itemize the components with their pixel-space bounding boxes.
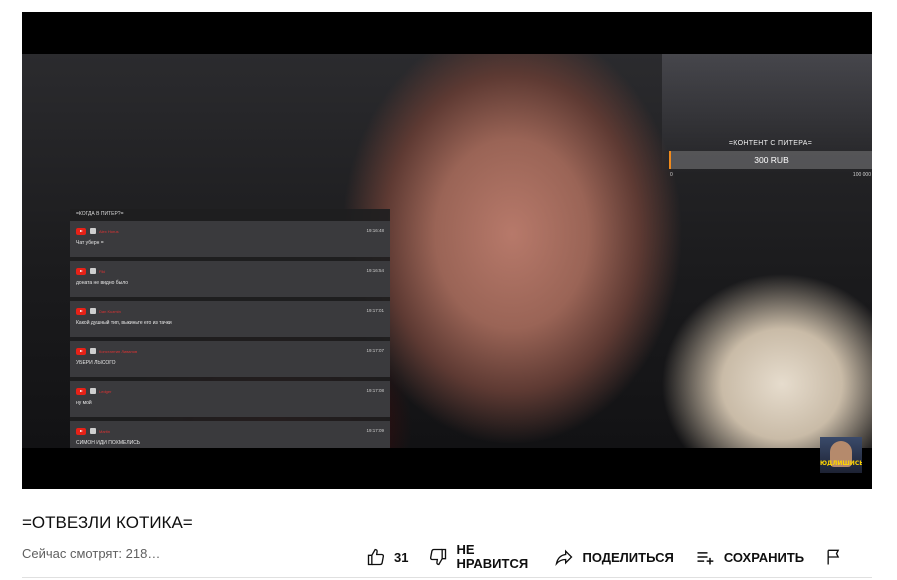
counter-max: 100 000	[852, 172, 871, 178]
counter-progress-bar: 300 RUB	[669, 151, 872, 169]
report-button[interactable]	[824, 547, 852, 567]
chat-time: 19:17:01	[366, 308, 384, 313]
chat-text: СИМОН ИДИ ПОХМЕЛИСЬ	[76, 440, 141, 446]
chat-time: 19:17:07	[366, 348, 384, 353]
watermark-label: ЮДЛИШИСЬ	[820, 460, 862, 467]
save-button[interactable]: СОХРАНИТЬ	[694, 547, 804, 567]
avatar	[90, 268, 96, 274]
counter-amount: 300 RUB	[754, 155, 789, 165]
chat-title: =КОГДА В ПИТЕР?=	[76, 211, 124, 217]
like-count: 31	[394, 549, 409, 565]
chat-text: ну мой	[76, 400, 92, 406]
counter-scale: 0 100 000	[669, 172, 872, 178]
chat-author: Константин Ливанов	[99, 348, 138, 354]
avatar	[90, 308, 96, 314]
youtube-icon	[76, 427, 86, 435]
avatar	[90, 348, 96, 354]
youtube-icon	[76, 227, 86, 235]
like-button[interactable]: 31	[366, 547, 408, 567]
video-frame[interactable]: =КОГДА В ПИТЕР?= Alex Horus 19:16:48 Чат…	[22, 54, 872, 448]
playlist-add-icon	[697, 552, 714, 565]
chat-text: доната не видно было	[76, 280, 128, 286]
video-player[interactable]: =КОГДА В ПИТЕР?= Alex Horus 19:16:48 Чат…	[22, 12, 872, 489]
chat-author: Dan Kuzmin	[99, 308, 121, 314]
share-button[interactable]: ПОДЕЛИТЬСЯ	[554, 547, 674, 567]
chat-text: Какой душный тип, выкиньте его из тачки	[76, 320, 172, 326]
chat-time: 19:17:08	[366, 388, 384, 393]
chat-message: Martin 19:17:09 СИМОН ИДИ ПОХМЕЛИСЬ	[70, 421, 390, 448]
thumb-up-icon	[367, 548, 385, 566]
thumb-down-icon	[430, 548, 447, 566]
chat-author: Martin	[99, 428, 111, 434]
chat-author: Ledger	[99, 388, 112, 394]
dislike-label: НЕ НРАВИТСЯ	[456, 542, 529, 571]
avatar	[90, 388, 96, 394]
chat-text: УБЕРИ ЛЫСОГО	[76, 360, 116, 366]
dislike-button[interactable]: НЕ НРАВИТСЯ	[428, 543, 534, 571]
share-arrow-icon	[555, 549, 573, 567]
viewer-count: Сейчас смотрят: 218…	[22, 546, 161, 561]
chat-message: Fiki 19:16:54 доната не видно было	[70, 261, 390, 297]
share-label: ПОДЕЛИТЬСЯ	[582, 549, 674, 565]
avatar	[90, 428, 96, 434]
chat-overlay: =КОГДА В ПИТЕР?= Alex Horus 19:16:48 Чат…	[70, 209, 390, 448]
chat-message: Константин Ливанов 19:17:07 УБЕРИ ЛЫСОГО	[70, 341, 390, 377]
youtube-icon	[76, 347, 86, 355]
avatar	[90, 228, 96, 234]
chat-author: Alex Horus	[99, 228, 119, 234]
video-title: =ОТВЕЗЛИ КОТИКА=	[22, 513, 193, 532]
flag-icon	[827, 549, 840, 565]
chat-message: Dan Kuzmin 19:17:01 Какой душный тип, вы…	[70, 301, 390, 337]
chat-author: Fiki	[99, 268, 106, 274]
chat-time: 19:16:48	[366, 228, 384, 233]
action-bar: 31 НЕ НРАВИТСЯ ПОДЕЛИТЬСЯ СОХРАНИТЬ	[366, 541, 872, 573]
chat-time: 19:16:54	[366, 268, 384, 273]
channel-watermark[interactable]: ЮДЛИШИСЬ	[820, 437, 862, 473]
chat-message: Ledger 19:17:08 ну мой	[70, 381, 390, 417]
chat-text: Чат уберн =	[76, 240, 104, 246]
youtube-icon	[76, 267, 86, 275]
counter-min: 0	[670, 172, 673, 178]
divider	[22, 577, 872, 578]
youtube-icon	[76, 387, 86, 395]
save-label: СОХРАНИТЬ	[723, 549, 805, 565]
chat-time: 19:17:09	[366, 428, 384, 433]
chat-message: Alex Horus 19:16:48 Чат уберн =	[70, 221, 390, 257]
donation-counter: =КОНТЕНТ С ПИТЕРА= 300 RUB 0 100 000	[669, 140, 872, 178]
counter-title: =КОНТЕНТ С ПИТЕРА=	[728, 140, 813, 147]
youtube-icon	[76, 307, 86, 315]
